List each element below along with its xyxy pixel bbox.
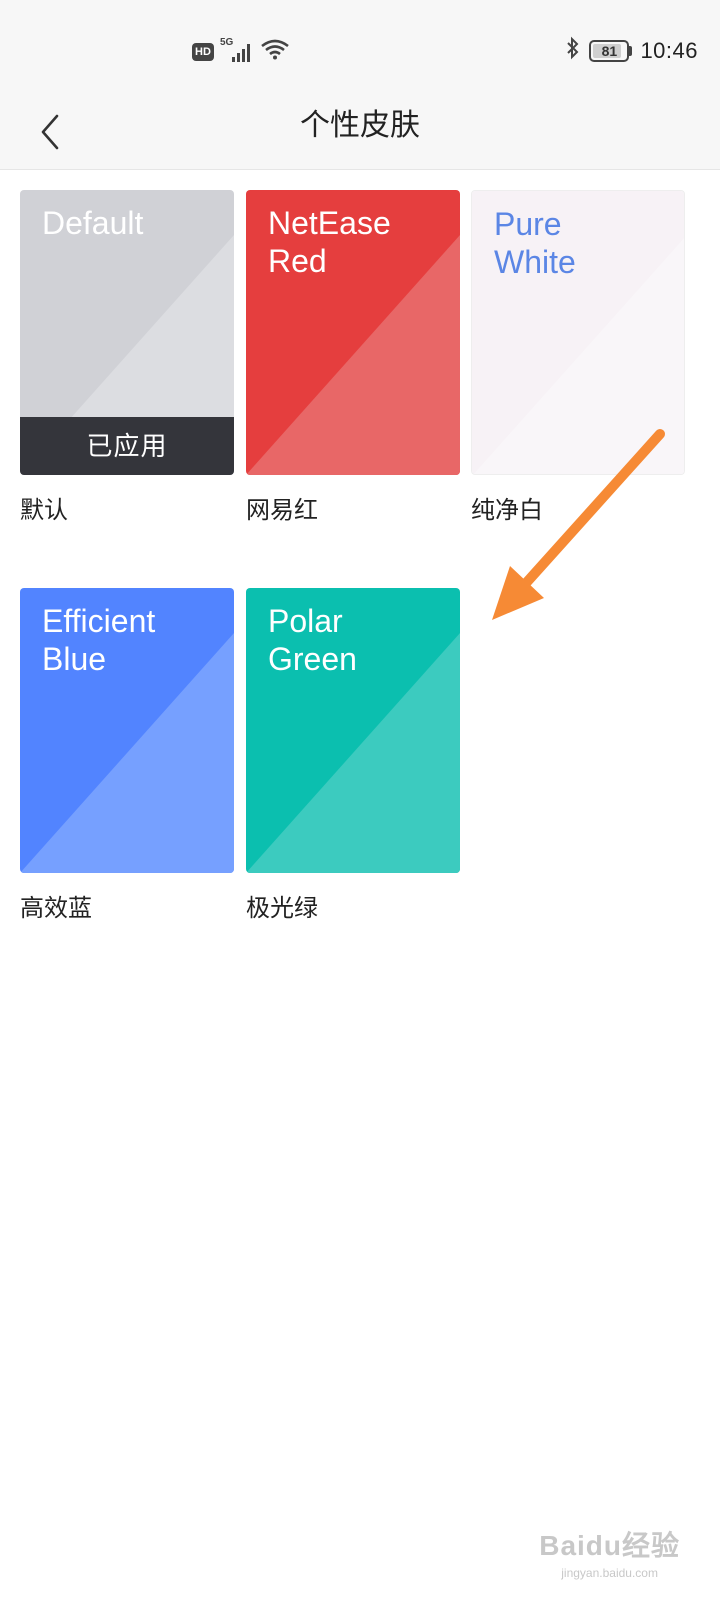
nav-bar: 个性皮肤	[0, 96, 720, 170]
skin-card-default[interactable]: Default 已应用	[20, 190, 234, 475]
signal-icon: 5G	[220, 37, 254, 63]
hd-badge: HD	[192, 42, 214, 61]
watermark-logo: Baidu经验	[539, 1530, 680, 1561]
status-left: HD 5G	[192, 37, 290, 65]
skin-card-title: Pure White	[494, 206, 576, 280]
skin-label-pure-white: 纯净白	[471, 497, 543, 524]
skin-card-title: Default	[42, 205, 144, 241]
applied-badge: 已应用	[20, 417, 234, 475]
battery-icon: 81	[589, 39, 633, 62]
skin-label-default: 默认	[20, 497, 68, 524]
clock: 10:46	[640, 37, 698, 63]
skin-card-polar-green[interactable]: Polar Green	[246, 588, 460, 873]
watermark-url: jingyan.baidu.com	[561, 1566, 658, 1580]
skin-label-netease-red: 网易红	[246, 497, 318, 524]
wifi-icon	[260, 38, 290, 65]
skin-card-title: NetEase Red	[268, 205, 391, 279]
status-bar: HD 5G 81 10:46	[0, 0, 720, 96]
skin-card-netease-red[interactable]: NetEase Red	[246, 190, 460, 475]
skin-card-efficient-blue[interactable]: Efficient Blue	[20, 588, 234, 873]
page-title: 个性皮肤	[300, 109, 420, 142]
battery-level: 81	[589, 39, 630, 62]
skin-card-pure-white[interactable]: Pure White	[471, 190, 685, 475]
back-button[interactable]	[28, 106, 72, 158]
chevron-left-icon	[41, 114, 59, 150]
skin-label-efficient-blue: 高效蓝	[20, 895, 92, 922]
skin-label-polar-green: 极光绿	[246, 895, 318, 922]
skin-card-title: Efficient Blue	[42, 603, 156, 677]
baidu-watermark: Baidu经验 jingyan.baidu.com	[539, 1524, 680, 1580]
skin-card-title: Polar Green	[268, 603, 357, 677]
status-right: 81 10:46	[565, 36, 698, 65]
bluetooth-icon	[565, 36, 581, 65]
